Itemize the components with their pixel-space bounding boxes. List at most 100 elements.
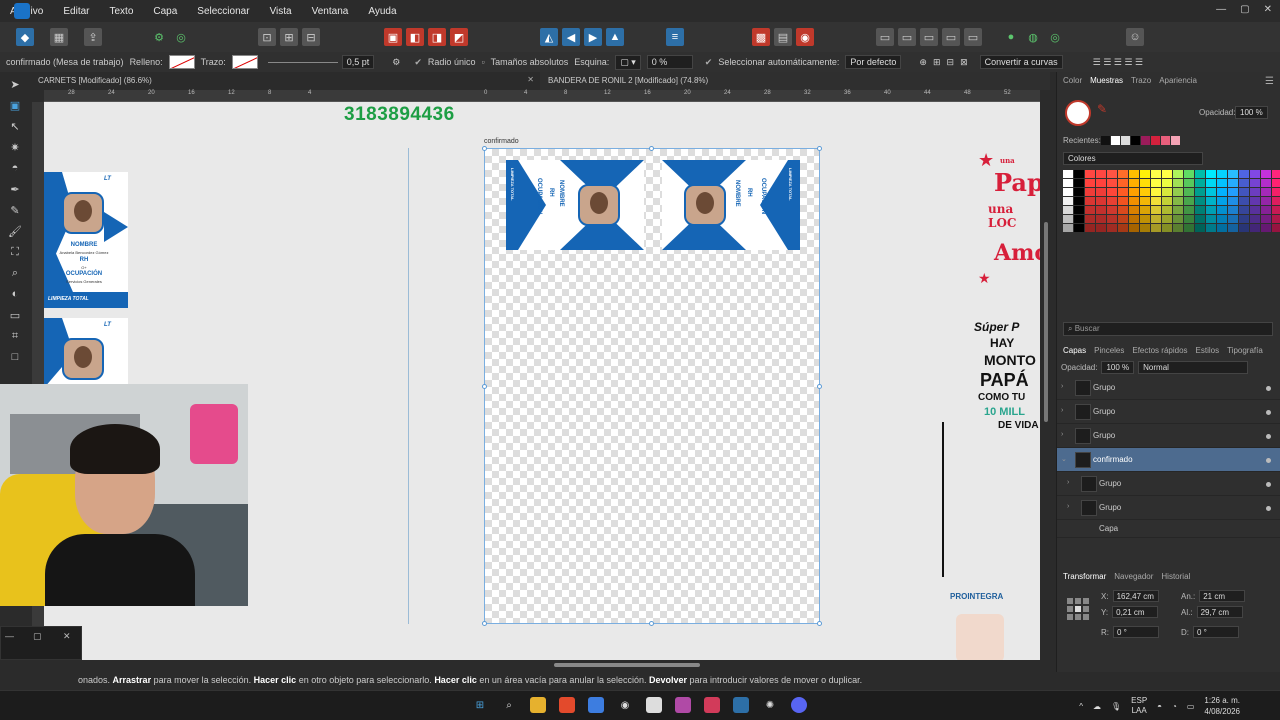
color-swatch[interactable] [1217,206,1227,214]
transform-icon[interactable]: ⊠ [960,57,968,68]
color-swatch[interactable] [1272,224,1280,232]
close-button[interactable]: ✕ [63,631,71,642]
color-swatch[interactable] [1151,215,1161,223]
color-swatch[interactable] [1173,197,1183,205]
color-swatch[interactable] [1250,215,1260,223]
boolean-divide-icon[interactable]: ◩ [450,28,468,46]
color-swatch[interactable] [1217,188,1227,196]
menu-texto[interactable]: Texto [99,6,143,17]
designer-persona-icon[interactable]: ◆ [16,28,34,46]
portrait-image[interactable] [956,614,1004,660]
recent-swatch[interactable] [1151,136,1160,145]
align-center-icon[interactable]: ⊞ [280,28,298,46]
battery-icon[interactable]: ▭ [1187,702,1195,711]
corner-type-dropdown[interactable]: ▢ ▾ [615,54,641,70]
color-swatch[interactable] [1173,170,1183,178]
arrange-back-icon[interactable]: ◀ [562,28,580,46]
discord-icon[interactable] [791,697,807,713]
color-swatch[interactable] [1239,188,1249,196]
color-swatch[interactable] [1184,197,1194,205]
color-swatch[interactable] [1129,215,1139,223]
close-icon[interactable]: ✕ [527,75,534,84]
color-swatch[interactable] [1195,197,1205,205]
menu-seleccionar[interactable]: Seleccionar [187,6,259,17]
color-swatch[interactable] [1096,206,1106,214]
tab-color[interactable]: Color [1063,76,1082,85]
color-swatch[interactable] [1140,179,1150,187]
shear-field[interactable]: 0 ° [1193,626,1239,638]
menu-vista[interactable]: Vista [260,6,302,17]
expand-icon[interactable]: › [1061,431,1063,438]
file-explorer-icon[interactable] [530,697,546,713]
chatgpt-icon[interactable]: ✺ [762,697,778,713]
color-swatch[interactable] [1239,224,1249,232]
color-swatch[interactable] [1096,197,1106,205]
expand-icon[interactable]: › [1067,479,1069,486]
grid-icon[interactable]: ▭ [942,28,960,46]
auto-select-checkbox[interactable]: ✔ [705,57,713,68]
color-swatch[interactable] [1118,170,1128,178]
menu-editar[interactable]: Editar [53,6,99,17]
blend-mode-dropdown[interactable]: Normal [1138,360,1249,374]
boolean-subtract-icon[interactable]: ◧ [406,28,424,46]
color-swatch[interactable] [1074,179,1084,187]
color-swatch[interactable] [1272,179,1280,187]
rectangle-tool-icon[interactable]: □ [7,349,23,365]
menu-ventana[interactable]: Ventana [302,6,359,17]
corner-value-field[interactable]: 0 % [646,55,693,69]
color-swatch[interactable] [1129,224,1139,232]
selection-handle[interactable] [817,146,822,151]
copilot-icon[interactable] [588,697,604,713]
app-icon[interactable] [646,697,662,713]
color-swatch[interactable] [1206,224,1216,232]
color-swatch[interactable] [1206,206,1216,214]
visibility-icon[interactable] [1266,482,1271,487]
color-swatch[interactable] [1107,215,1117,223]
tab-muestras[interactable]: Muestras [1090,76,1123,85]
layer-row[interactable]: › Grupo [1057,496,1280,520]
color-swatch[interactable] [1151,224,1161,232]
color-swatch[interactable] [1074,197,1084,205]
transform-origin-icon[interactable]: ⊕ [919,57,927,68]
color-swatch[interactable] [1195,224,1205,232]
snapping-toggle-icon[interactable]: ◎ [172,28,190,46]
anchor-grid[interactable] [1067,598,1089,620]
color-swatch[interactable] [1239,179,1249,187]
account-icon[interactable]: ☺ [1126,28,1144,46]
color-swatch[interactable] [1195,170,1205,178]
arrange-forward-icon[interactable]: ▶ [584,28,602,46]
color-swatch[interactable] [1063,179,1073,187]
preferences-icon[interactable]: ▭ [898,28,916,46]
artboard-tool-icon[interactable]: ▣ [7,97,23,113]
stroke-width-slider[interactable] [267,61,338,63]
color-swatch[interactable] [1184,188,1194,196]
menu-ayuda[interactable]: Ayuda [358,6,406,17]
sync-icon[interactable]: ◍ [1024,28,1042,46]
color-swatch[interactable] [1107,197,1117,205]
recent-swatch[interactable] [1131,136,1140,145]
tab-efectos[interactable]: Efectos rápidos [1132,346,1187,355]
expand-icon[interactable]: ⌄ [1061,455,1067,463]
selection-handle[interactable] [482,621,487,626]
color-swatch[interactable] [1239,170,1249,178]
color-swatch[interactable] [1173,179,1183,187]
color-swatch[interactable] [1118,206,1128,214]
color-swatch[interactable] [1074,170,1084,178]
color-swatch[interactable] [1250,179,1260,187]
share-icon[interactable]: ● [1002,28,1020,46]
color-swatch[interactable] [1096,170,1106,178]
layer-row-selected[interactable]: ⌄ confirmado [1057,448,1280,472]
vertical-scrollbar[interactable] [1042,102,1050,660]
color-swatch[interactable] [1162,206,1172,214]
transparency-tool-icon[interactable]: ◐ [7,286,23,302]
recent-swatch[interactable] [1161,136,1170,145]
expand-icon[interactable]: › [1067,503,1069,510]
color-swatch[interactable] [1074,206,1084,214]
color-swatch[interactable] [1063,206,1073,214]
alignment-icon[interactable]: ≡ [666,28,684,46]
assistant-icon[interactable]: ▭ [876,28,894,46]
selection-handle[interactable] [649,621,654,626]
color-swatch[interactable] [1107,188,1117,196]
color-swatch[interactable] [1228,224,1238,232]
crop-tool-icon[interactable]: ⌗ [7,328,23,344]
